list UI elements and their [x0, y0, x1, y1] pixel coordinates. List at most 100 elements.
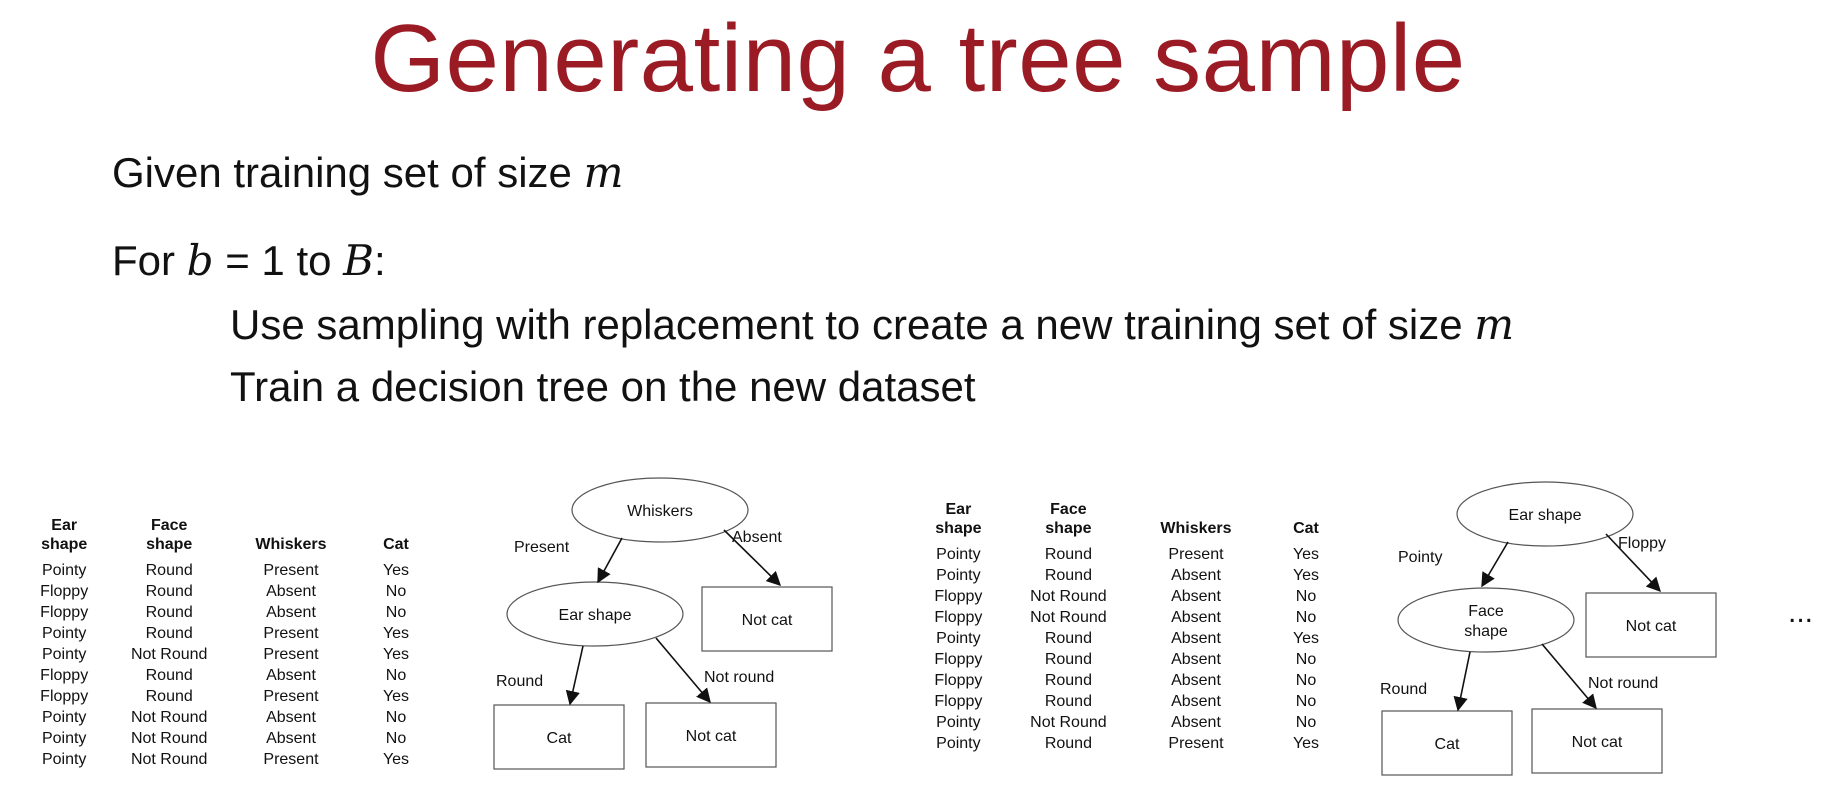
root-node-label: Whiskers	[627, 503, 693, 520]
slide-title: Generating a tree sample	[370, 5, 1466, 112]
table-cell: Round	[145, 688, 193, 705]
edge-present	[597, 537, 623, 584]
table-row: Pointy Round Absent Yes	[910, 628, 1350, 649]
table-cell: Pointy	[936, 546, 981, 563]
edge-round	[565, 645, 584, 706]
table-cell: Floppy	[40, 604, 89, 621]
table-row: Pointy Not Round Present Yes	[18, 644, 438, 665]
table-cell: Pointy	[936, 630, 981, 647]
table-cell: Pointy	[41, 625, 87, 642]
table-cell: Round	[1044, 672, 1092, 689]
table-cell: No	[385, 604, 407, 621]
table-cell: Pointy	[41, 730, 87, 747]
edge-label-floppy: Floppy	[1618, 535, 1666, 552]
training-table-sampled: Ear shape Face shape Whiskers Cat Pointy Round…	[910, 500, 1350, 754]
table-row: Pointy Not Round Present Yes	[18, 749, 438, 770]
table-cell: No	[385, 583, 407, 600]
decision-tree-2: Ear shape Face shape Not cat Cat Not cat…	[1380, 481, 1717, 776]
column-header-text: Whiskers	[255, 536, 327, 553]
table-row: Floppy Round Absent No	[18, 602, 438, 623]
column-header-text: shape	[1045, 520, 1092, 537]
column-header-text: shape	[935, 520, 982, 537]
table-cell: Round	[145, 562, 193, 579]
table-cell: No	[1295, 609, 1317, 626]
table-cell: Round	[145, 667, 193, 684]
column-header-text: Whiskers	[1160, 520, 1232, 537]
leaf-not-cat-floppy-label: Not cat	[1626, 618, 1677, 635]
table-cell: Absent	[266, 667, 316, 684]
table-row: Pointy Round Present Yes	[18, 560, 438, 581]
table-cell: Yes	[1292, 735, 1320, 752]
face-shape-node-label-1: Face	[1468, 603, 1504, 620]
leaf-cat-label: Cat	[1435, 736, 1460, 753]
table-cell: Yes	[382, 751, 410, 768]
table-cell: Pointy	[936, 714, 981, 731]
table-cell: Round	[1044, 567, 1092, 584]
table-cell: No	[1295, 672, 1317, 689]
table-cell: Not Round	[130, 646, 208, 663]
edge-round	[1453, 651, 1471, 712]
table-cell: Absent	[1171, 630, 1221, 647]
training-table-original: Ear shape Face shape Whiskers Cat Pointy Round…	[18, 516, 438, 770]
table-row: Floppy Round Present Yes	[18, 686, 438, 707]
table-cell: Absent	[1171, 651, 1221, 668]
table-cell: Round	[1044, 630, 1092, 647]
table-cell: Yes	[382, 688, 410, 705]
table-cell: Not Round	[130, 751, 208, 768]
table-cell: Floppy	[40, 583, 89, 600]
column-header-text: Ear	[51, 517, 78, 534]
given-line: Given training set of size m	[112, 148, 623, 198]
column-header-text: shape	[146, 536, 193, 553]
for-range-text: = 1 to	[213, 237, 344, 284]
table-cell: Pointy	[41, 709, 87, 726]
leaf-not-cat-label: Not cat	[1572, 734, 1623, 751]
table-cell: Absent	[266, 583, 316, 600]
ear-shape-node-label: Ear shape	[559, 607, 632, 624]
table-cell: Yes	[382, 646, 410, 663]
table-cell: Floppy	[40, 688, 89, 705]
table-cell: Floppy	[934, 693, 983, 710]
table-cell: Yes	[1292, 567, 1320, 584]
table-cell: Floppy	[934, 651, 983, 668]
table-cell: Absent	[1171, 567, 1221, 584]
table-cell: Absent	[1171, 609, 1221, 626]
edge-label-present: Present	[514, 539, 570, 556]
table-row: Pointy Round Present Yes	[910, 544, 1350, 565]
table-cell: Round	[145, 604, 193, 621]
table-row: Pointy Round Present Yes	[910, 733, 1350, 754]
table-cell: Absent	[266, 730, 316, 747]
table-cell: Absent	[266, 604, 316, 621]
face-shape-node	[1397, 587, 1575, 653]
root-node-label: Ear shape	[1509, 507, 1582, 524]
decision-tree-1: Whiskers Ear shape Not cat Cat Not cat P…	[493, 477, 833, 770]
leaf-not-cat-absent-label: Not cat	[742, 612, 793, 629]
column-header-text: Ear	[945, 501, 972, 518]
table-row: Pointy Round Absent Yes	[910, 565, 1350, 586]
edge-label-round: Round	[1380, 681, 1427, 698]
edge-label-absent: Absent	[732, 529, 782, 546]
table-cell: Pointy	[936, 735, 981, 752]
table-cell: Present	[263, 562, 319, 579]
for-loop-line: For b = 1 to B:	[112, 236, 386, 286]
var-m-2: m	[1474, 300, 1515, 349]
table-row: Floppy Not Round Absent No	[910, 607, 1350, 628]
table-header-row: Ear shape Face shape Whiskers Cat	[910, 500, 1350, 544]
var-m: m	[583, 148, 624, 197]
table-header-row: Ear shape Face shape Whiskers Cat	[18, 516, 438, 560]
table-cell: Present	[263, 625, 319, 642]
table-row: Floppy Round Absent No	[910, 670, 1350, 691]
column-header: Face shape	[1007, 500, 1130, 544]
table-cell: No	[385, 709, 407, 726]
table-cell: Pointy	[41, 646, 87, 663]
table-cell: Floppy	[40, 667, 89, 684]
table-row: Floppy Round Absent No	[18, 581, 438, 602]
table-cell: Pointy	[41, 751, 87, 768]
table-cell: Not Round	[130, 730, 208, 747]
table-cell: Absent	[1171, 714, 1221, 731]
for-colon: :	[374, 237, 386, 284]
table-cell: Not Round	[1030, 588, 1107, 605]
leaf-cat-label: Cat	[547, 730, 572, 747]
table-cell: Floppy	[934, 609, 983, 626]
column-header-text: Face	[150, 517, 188, 534]
train-line: Train a decision tree on the new dataset	[230, 363, 976, 410]
